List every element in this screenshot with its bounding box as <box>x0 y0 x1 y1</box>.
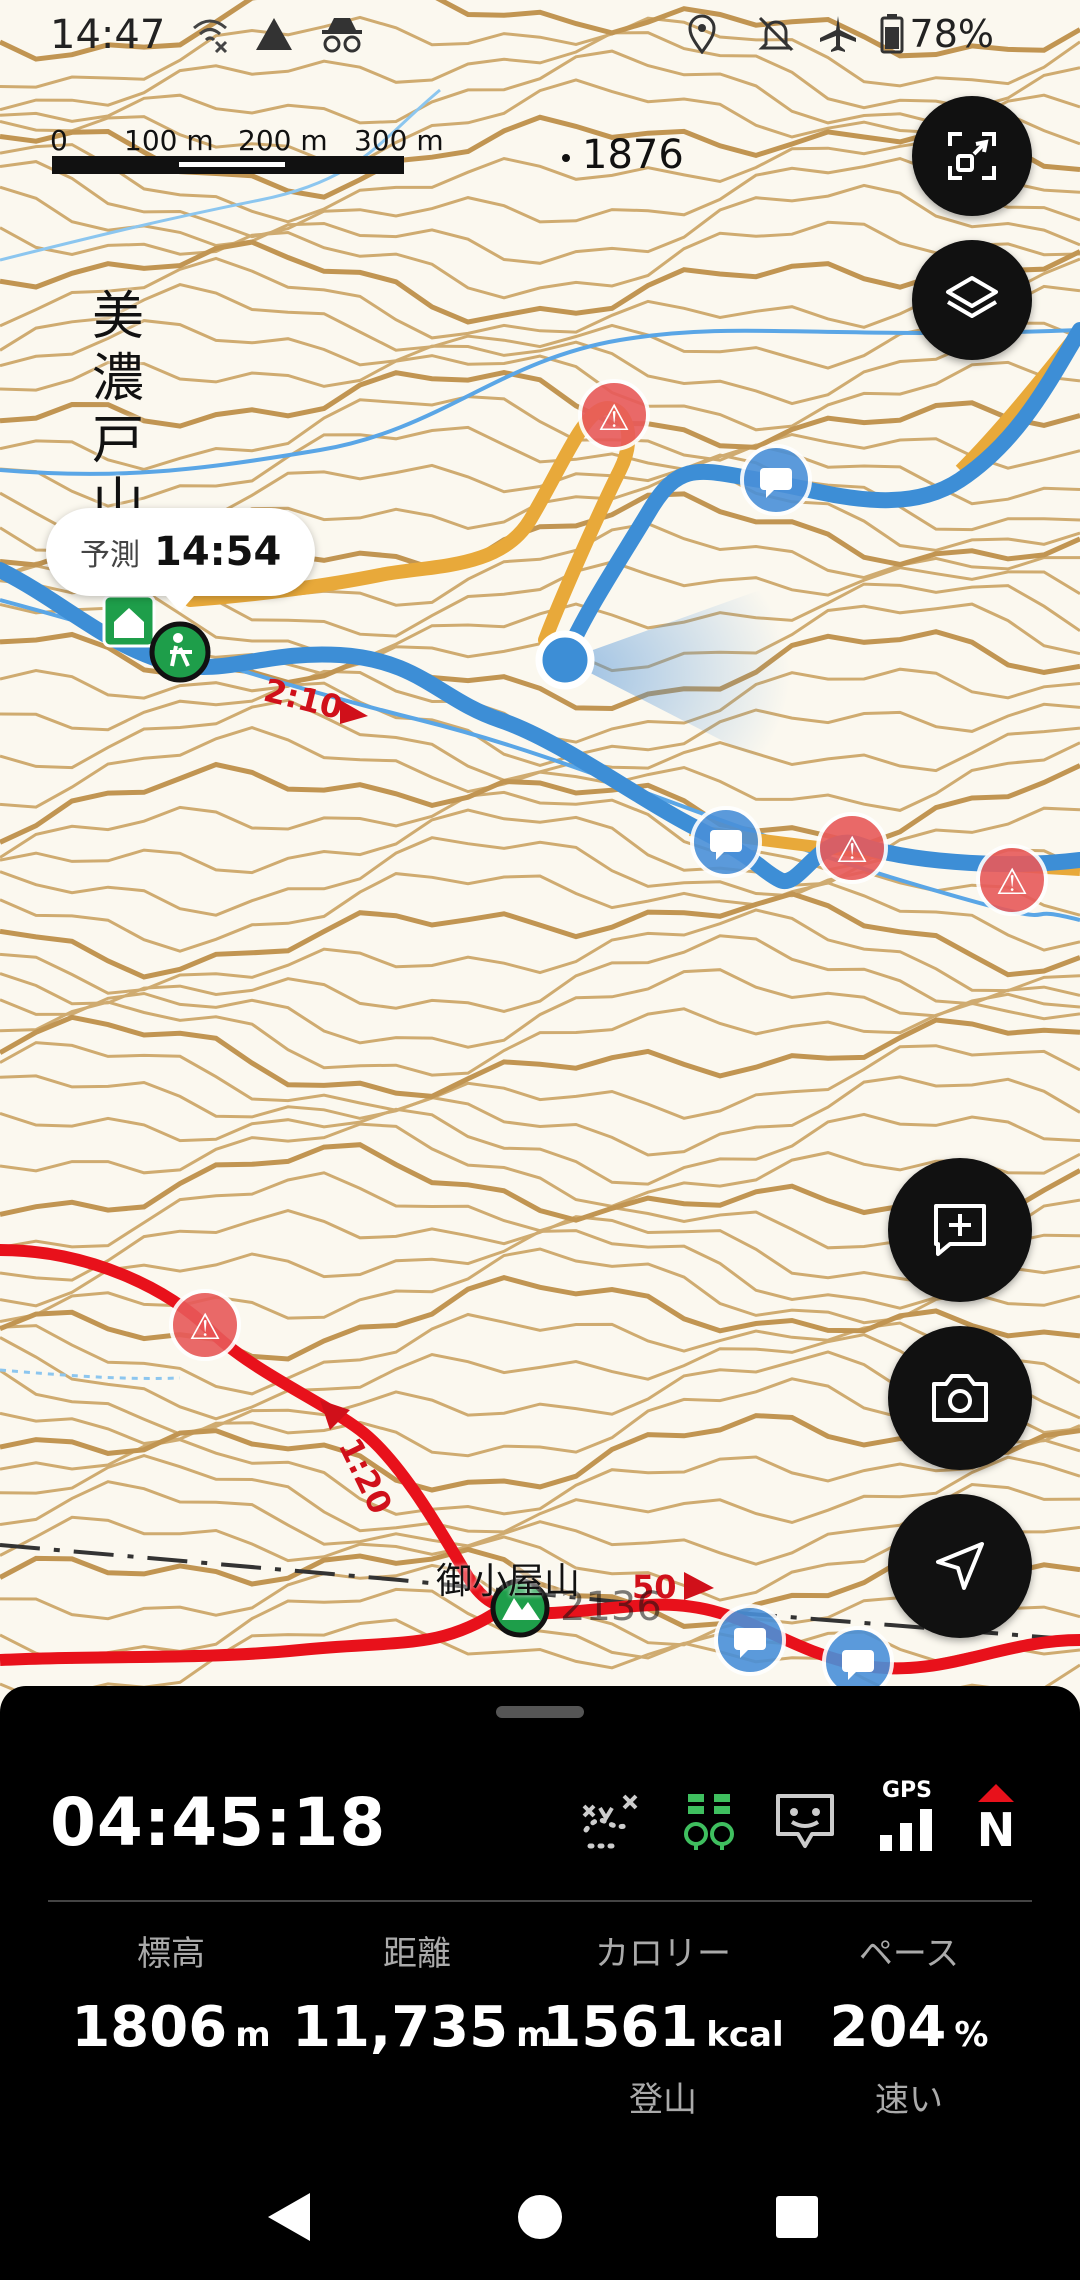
home-icon <box>518 2195 562 2239</box>
back-icon <box>268 2193 310 2241</box>
incognito-icon <box>322 18 362 53</box>
area-label: 美濃戸山 <box>92 287 145 533</box>
status-time: 14:47 <box>50 12 166 58</box>
location-icon <box>688 14 716 54</box>
svg-text:⚠: ⚠ <box>189 1307 221 1348</box>
stat-sub: 速い <box>875 2080 943 2120</box>
stat-elevation: 標高 1806 m <box>46 1926 296 2072</box>
my-location-button[interactable] <box>888 1494 1032 1638</box>
fit-screen-button[interactable] <box>912 96 1032 216</box>
layers-icon <box>946 276 998 318</box>
warning-marker[interactable]: ⚠ <box>816 812 888 884</box>
north-compass-icon <box>978 1784 1014 1802</box>
stat-calories: カロリー 1561 kcal 登山 <box>538 1926 788 2121</box>
warning-marker[interactable]: ⚠ <box>976 844 1048 916</box>
stat-value: 204 <box>829 1995 947 2060</box>
home-button[interactable] <box>505 2182 575 2252</box>
camera-icon <box>932 1374 988 1422</box>
comment-marker[interactable] <box>714 1604 786 1676</box>
current-location-dot <box>535 630 595 690</box>
add-comment-icon <box>934 1204 986 1256</box>
recents-button[interactable] <box>762 2182 832 2252</box>
battery-icon <box>880 14 904 54</box>
stat-unit: kcal <box>706 2015 784 2055</box>
stat-unit: m <box>235 2015 271 2055</box>
peak-elevation-label: 1876 <box>582 132 684 178</box>
svg-text:⚠: ⚠ <box>996 862 1028 903</box>
summit-label: 御小屋山 <box>436 1561 581 1602</box>
comment-icon[interactable] <box>770 1786 840 1856</box>
stat-value: 11,735 <box>292 1995 509 2060</box>
route-off-icon[interactable] <box>576 1786 646 1856</box>
bell-off-icon <box>758 16 794 52</box>
add-note-button[interactable] <box>888 1158 1032 1302</box>
warning-triangle-icon <box>256 18 292 50</box>
svg-text:⚠: ⚠ <box>598 398 630 439</box>
scale-label: 300 m <box>354 124 444 157</box>
battery-percent: 78% <box>909 12 994 56</box>
fit-screen-icon <box>948 132 996 180</box>
panel-drag-handle[interactable] <box>496 1706 584 1718</box>
companions-icon[interactable] <box>674 1786 744 1856</box>
eta-time: 14:54 <box>154 529 282 575</box>
eta-tooltip[interactable]: 予測 14:54 <box>46 508 316 612</box>
activity-panel[interactable]: 04:45:18 GPS N 標高 1806 m 距離 11,735 m カロリー … <box>0 1686 1080 2280</box>
comment-marker[interactable] <box>740 444 812 516</box>
scale-label: 0 <box>50 124 68 157</box>
svg-text:⚠: ⚠ <box>836 830 868 871</box>
stat-label: カロリー <box>595 1934 731 1974</box>
layers-button[interactable] <box>912 240 1032 360</box>
stat-label: 距離 <box>383 1934 451 1974</box>
stat-pace: ペース 204% 速い <box>784 1926 1034 2121</box>
status-bar: 14:47 78% <box>0 0 1080 72</box>
stat-label: 標高 <box>137 1934 205 1974</box>
stat-value: 1806 <box>71 1995 228 2060</box>
stat-value: 1561 <box>542 1995 699 2060</box>
comment-marker[interactable] <box>690 806 762 878</box>
hut-icon[interactable] <box>102 594 156 648</box>
stat-label: ペース <box>858 1934 960 1974</box>
panel-divider <box>48 1900 1032 1902</box>
navigation-arrow-icon <box>936 1542 984 1590</box>
stat-sub: 登山 <box>629 2080 697 2120</box>
airplane-icon <box>820 16 856 52</box>
gps-signal[interactable]: GPS <box>872 1778 942 1858</box>
wifi-off-icon <box>193 19 228 54</box>
elapsed-timer: 04:45:18 <box>50 1784 387 1861</box>
camera-button[interactable] <box>888 1326 1032 1470</box>
warning-marker[interactable]: ⚠ <box>169 1289 241 1361</box>
hiker-start-icon[interactable] <box>149 621 211 683</box>
gps-signal-icon <box>880 1809 932 1851</box>
system-nav-bar <box>0 2156 1080 2280</box>
stat-distance: 距離 11,735 m <box>292 1926 552 2072</box>
eta-label: 予測 <box>80 538 140 573</box>
recents-icon <box>776 2196 818 2238</box>
map-scale-bar: 0 100 m 200 m 300 m <box>50 124 444 174</box>
north-compass[interactable]: N <box>966 1784 1026 1864</box>
back-button[interactable] <box>254 2182 324 2252</box>
scale-label: 100 m <box>124 124 214 157</box>
north-label: N <box>976 1803 1016 1857</box>
stat-unit: % <box>954 2015 989 2055</box>
gps-label: GPS <box>881 1778 933 1803</box>
warning-marker[interactable]: ⚠ <box>578 379 650 451</box>
scale-label: 200 m <box>238 124 328 157</box>
